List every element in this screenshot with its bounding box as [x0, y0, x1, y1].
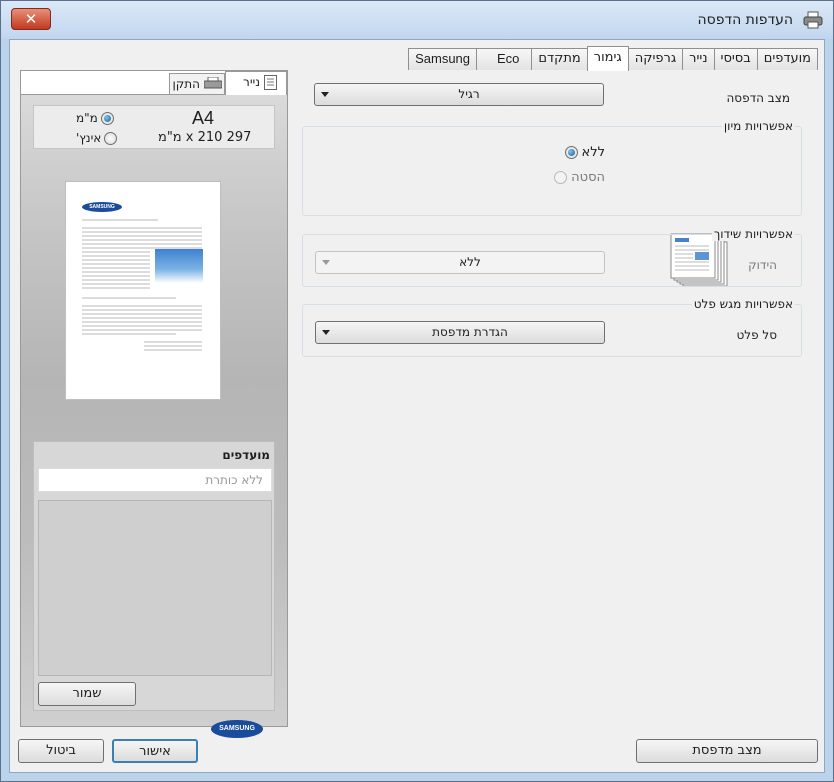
output-tray-options-title: אפשרויות מגש פלט	[691, 297, 795, 311]
favorites-list[interactable]	[38, 500, 272, 676]
tab-advanced[interactable]: מתקדם	[531, 48, 588, 70]
dialog-client-area: מועדפים בסיסי נייר גרפיקה גימור מתקדם Ec…	[9, 39, 825, 773]
output-tray-dropdown[interactable]: הגדרת מדפסת	[315, 321, 605, 344]
sort-offset-label: הסטה	[571, 170, 605, 185]
samsung-logo: SAMSUNG	[211, 720, 263, 738]
paper-size-box: A4 297 x 210 מ"מ מ"מ אינץ'	[33, 105, 275, 149]
sort-none-label: ללא	[581, 145, 605, 160]
unit-mm-option[interactable]: מ"מ	[76, 111, 114, 125]
tab-finishing[interactable]: גימור	[586, 46, 629, 71]
tab-samsung[interactable]: Samsung	[408, 48, 478, 70]
preview-sky-image	[155, 249, 203, 283]
title-bar: ✕ העדפות הדפסה	[1, 1, 833, 39]
favorites-label: מועדפים	[222, 448, 270, 462]
preview-tabs: התקן נייר	[21, 71, 287, 95]
printer-status-button[interactable]: מצב מדפסת	[636, 739, 818, 763]
tab-eco[interactable]: Eco	[476, 48, 533, 70]
paper-size-name: A4	[192, 108, 215, 128]
tab-paper-preview-label: נייר	[243, 75, 260, 89]
sort-offset-option[interactable]: הסטה	[554, 170, 605, 185]
tab-graphics[interactable]: גרפיקה	[627, 48, 684, 70]
close-button[interactable]: ✕	[11, 8, 51, 30]
unit-mm-label: מ"מ	[76, 111, 98, 125]
cancel-button[interactable]: ביטול	[18, 739, 104, 763]
stapling-label: הידוק	[748, 258, 777, 272]
sort-offset-radio[interactable]	[554, 171, 568, 184]
sort-none-radio[interactable]	[564, 146, 578, 159]
save-button[interactable]: שמור	[38, 682, 136, 706]
unit-inch-radio[interactable]	[104, 131, 118, 145]
sort-none-option[interactable]: ללא	[564, 145, 605, 160]
binding-options-title: אפשרויות שידוך	[711, 227, 795, 241]
printer-icon	[204, 77, 222, 89]
unit-inch-option[interactable]: אינץ'	[76, 131, 118, 145]
print-mode-value: רגיל	[458, 87, 480, 101]
page-icon	[264, 75, 277, 90]
tab-paper[interactable]: נייר	[682, 48, 715, 70]
output-tray-options-group: אפשרויות מגש פלט סל פלט הגדרת מדפסת	[302, 297, 802, 357]
tab-device-label: התקן	[172, 77, 200, 91]
preview-panel: התקן נייר A4 297 x 210 מ"מ מ"מ אינץ' SAM…	[20, 70, 288, 738]
window-title: העדפות הדפסה	[697, 12, 793, 28]
stapling-dropdown[interactable]: ללא	[315, 251, 605, 274]
paper-dimensions: 297 x 210 מ"מ	[158, 130, 252, 145]
unit-inch-label: אינץ'	[76, 131, 102, 145]
print-mode-label: מצב הדפסה	[726, 91, 790, 105]
tab-basic[interactable]: בסיסי	[713, 48, 758, 70]
tab-strip: מועדפים בסיסי נייר גרפיקה גימור מתקדם Ec…	[408, 46, 818, 71]
page-preview-thumbnail: SAMSUNG	[65, 181, 221, 400]
stapling-value: ללא	[459, 255, 481, 269]
chevron-down-icon	[322, 330, 330, 335]
sort-options-title: אפשרויות מיון	[721, 119, 795, 133]
preview-area: A4 297 x 210 מ"מ מ"מ אינץ' SAMSUNG מועדפ…	[21, 94, 287, 738]
favorites-name-input[interactable]: ללא כותרת	[38, 468, 272, 492]
printer-icon	[803, 11, 823, 29]
output-tray-value: הגדרת מדפסת	[432, 325, 508, 339]
tab-favorites[interactable]: מועדפים	[756, 48, 818, 70]
output-tray-label: סל פלט	[736, 328, 777, 342]
chevron-down-icon	[322, 260, 330, 265]
favorites-box: מועדפים ללא כותרת שמור	[33, 441, 275, 711]
chevron-down-icon	[321, 92, 329, 97]
preview-text-lines	[82, 219, 202, 351]
print-mode-dropdown[interactable]: רגיל	[314, 83, 604, 106]
print-preferences-window: ✕ העדפות הדפסה מועדפים בסיסי נייר גרפיקה…	[0, 0, 834, 782]
tab-paper-preview[interactable]: נייר	[225, 71, 287, 95]
binding-options-group: אפשרויות שידוך הידוק ללא	[302, 227, 802, 287]
unit-mm-radio[interactable]	[100, 111, 114, 125]
tab-device[interactable]: התקן	[169, 73, 225, 95]
sort-options-group: אפשרויות מיון ללא הסטה	[302, 119, 802, 287]
ok-button[interactable]: אישור	[112, 739, 198, 763]
